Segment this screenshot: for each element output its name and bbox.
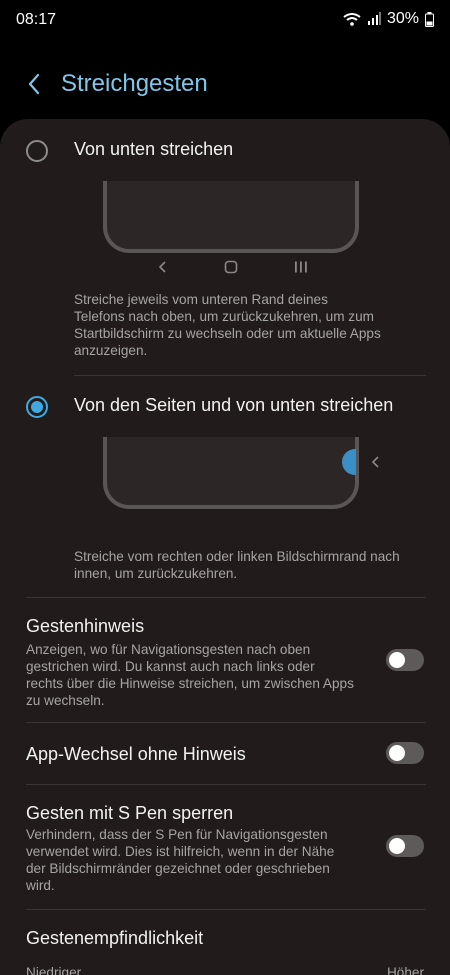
chevron-left-icon (28, 73, 40, 95)
divider (26, 722, 426, 723)
divider (26, 784, 426, 785)
spen-gesture-lock-toggle[interactable] (386, 835, 424, 857)
gesture-sensitivity-title: Gestenempfindlichkeit (26, 928, 204, 948)
preview-bottom-swipe (103, 181, 359, 253)
status-time: 08:17 (16, 11, 57, 28)
sensitivity-max-label: Höher (386, 965, 424, 975)
status-bar: 08:17 30% (0, 0, 450, 40)
option-bottom-swipe-label: Von unten streichen (74, 139, 234, 159)
page-title: Streichgesten (61, 70, 208, 97)
option-bottom-swipe[interactable]: Von unten streichen (0, 126, 450, 176)
option-side-bottom-swipe-description: Streiche vom rechten oder linken Bildsch… (74, 549, 400, 581)
gesture-hint-toggle[interactable] (386, 649, 424, 671)
option-bottom-swipe-description: Streiche jeweils vom unteren Rand deines… (74, 292, 381, 358)
screen: 08:17 30% Streichgesten Von unten streic… (0, 0, 450, 975)
spen-gesture-lock-title: Gesten mit S Pen sperren (26, 803, 234, 823)
battery-percent: 30% (386, 10, 419, 27)
nav-buttons-preview (150, 260, 310, 280)
nav-home-icon (224, 260, 238, 274)
spen-gesture-lock-description: Verhindern, dass der S Pen für Navigatio… (26, 827, 335, 893)
radio-side-bottom-swipe[interactable] (26, 396, 48, 418)
back-button[interactable] (18, 68, 50, 100)
signal-icon (367, 12, 381, 25)
divider (74, 375, 426, 376)
chevron-left-icon (371, 456, 379, 468)
gesture-hint-description: Anzeigen, wo für Navigationsgesten nach … (26, 642, 354, 708)
wifi-icon (343, 13, 361, 26)
status-icons: 30% (343, 10, 434, 28)
gesture-hint-title: Gestenhinweis (26, 616, 145, 636)
toggle-knob (389, 745, 405, 761)
battery-icon (425, 11, 434, 27)
app-header: Streichgesten (0, 58, 450, 114)
nav-recents-icon (295, 261, 307, 273)
divider (26, 597, 426, 598)
nav-back-icon (158, 261, 166, 273)
option-side-bottom-swipe-label: Von den Seiten und von unten streichen (74, 395, 394, 415)
preview-side-swipe (103, 437, 359, 509)
sensitivity-min-label: Niedriger (26, 965, 82, 975)
toggle-knob (389, 652, 405, 668)
app-switch-without-hint-title: App-Wechsel ohne Hinweis (26, 744, 246, 764)
option-side-bottom-swipe[interactable]: Von den Seiten und von unten streichen (0, 382, 450, 432)
app-switch-without-hint-toggle[interactable] (386, 742, 424, 764)
divider (26, 909, 426, 910)
radio-bottom-swipe[interactable] (26, 140, 48, 162)
toggle-knob (389, 838, 405, 854)
